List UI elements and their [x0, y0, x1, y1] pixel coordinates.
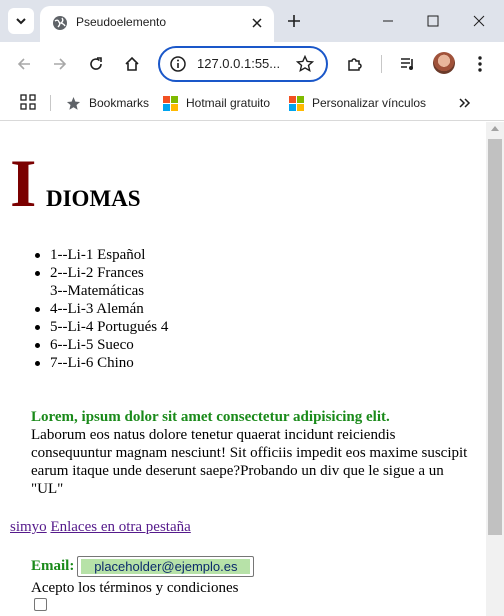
- more-bookmarks-button[interactable]: [456, 94, 474, 112]
- forward-button[interactable]: [48, 52, 72, 76]
- arrow-right-icon: [54, 58, 67, 70]
- globe-icon: [53, 16, 67, 30]
- bookmark-label: Bookmarks: [89, 96, 150, 110]
- apps-grid-icon[interactable]: [20, 94, 36, 110]
- lorem-paragraph: Lorem, ipsum dolor sit amet consectetur …: [31, 408, 471, 498]
- list-item: 6--Li-5 Sueco: [35, 336, 168, 354]
- bookmarks-separator: [50, 95, 51, 111]
- bullet: [35, 253, 40, 258]
- toolbar-separator: [381, 55, 382, 73]
- vertical-scrollbar[interactable]: [486, 122, 504, 616]
- reload-icon: [90, 57, 102, 70]
- close-icon: [252, 18, 262, 28]
- back-button[interactable]: [12, 52, 36, 76]
- close-window-button[interactable]: [469, 11, 489, 31]
- heading-text: DIOMAS: [46, 186, 141, 211]
- tab-title: Pseudoelemento: [76, 15, 167, 29]
- minimize-button[interactable]: [378, 11, 398, 31]
- tab-strip: Pseudoelemento: [0, 0, 504, 42]
- list-item-text: 4--Li-3 Alemán: [50, 301, 144, 317]
- home-icon: [125, 56, 139, 71]
- list-item: 2--Li-2 Frances: [35, 264, 168, 282]
- list-item: 1--Li-1 Español: [35, 246, 168, 264]
- links-row: simyo Enlaces en otra pestaña: [10, 518, 191, 536]
- maximize-button[interactable]: [423, 11, 443, 31]
- drop-cap-letter: I: [10, 145, 37, 221]
- browser-menu-button[interactable]: [468, 52, 492, 76]
- tab-active[interactable]: Pseudoelemento: [40, 6, 274, 42]
- playlist-icon: [401, 58, 413, 70]
- bookmark-hotmail[interactable]: Hotmail gratuito: [163, 93, 270, 113]
- bullet: [35, 361, 40, 366]
- list-item-text: 7--Li-6 Chino: [50, 355, 134, 371]
- bookmarks-bar: Bookmarks Hotmail gratuito Personalizar …: [0, 85, 504, 121]
- extensions-button[interactable]: [342, 52, 366, 76]
- browser-toolbar: 127.0.0.1:55...: [0, 42, 504, 85]
- new-tab-button[interactable]: [284, 11, 304, 31]
- scrollbar-thumb[interactable]: [488, 139, 502, 535]
- maximize-icon: [427, 15, 439, 27]
- arrow-left-icon: [17, 58, 30, 70]
- minimize-icon: [383, 20, 393, 22]
- double-chevron-right-icon: [459, 98, 471, 108]
- address-bar[interactable]: 127.0.0.1:55...: [158, 46, 328, 82]
- bullet: [35, 271, 40, 276]
- bookmark-star-icon[interactable]: [296, 55, 314, 73]
- signup-form: Email: placeholder@ejemplo.es Acepto los…: [31, 555, 471, 611]
- list-item-no-marker: 3--Matemáticas: [50, 282, 168, 300]
- reload-button[interactable]: [84, 52, 108, 76]
- list-item: 4--Li-3 Alemán: [35, 300, 168, 318]
- bullet: [35, 343, 40, 348]
- email-placeholder[interactable]: placeholder@ejemplo.es: [81, 558, 251, 574]
- terms-label: Acepto los términos y condiciones: [31, 580, 239, 596]
- scroll-up-arrow-icon[interactable]: [491, 126, 499, 131]
- microsoft-logo-icon: [163, 95, 178, 111]
- url-text[interactable]: 127.0.0.1:55...: [197, 56, 280, 71]
- bullet: [35, 325, 40, 330]
- tab-search-button[interactable]: [8, 8, 34, 34]
- list-item-text: 2--Li-2 Frances: [50, 265, 144, 281]
- lorem-strong-text: Lorem, ipsum dolor sit amet consectetur …: [31, 409, 390, 425]
- home-button[interactable]: [120, 52, 144, 76]
- link-enlaces-otra-pestana[interactable]: Enlaces en otra pestaña: [50, 519, 190, 535]
- bookmark-personalizar[interactable]: Personalizar vínculos: [289, 93, 426, 113]
- link-simyo[interactable]: simyo: [10, 519, 47, 535]
- page-viewport: I DIOMAS 1--Li-1 Español 2--Li-2 Frances…: [0, 122, 486, 616]
- star-icon: [66, 96, 81, 110]
- info-icon[interactable]: [169, 55, 187, 73]
- list-item: 7--Li-6 Chino: [35, 354, 168, 372]
- languages-list: 1--Li-1 Español 2--Li-2 Frances 3--Matem…: [35, 246, 169, 372]
- profile-avatar[interactable]: [433, 52, 455, 74]
- email-field[interactable]: placeholder@ejemplo.es: [77, 555, 255, 577]
- kebab-menu-icon: [478, 56, 482, 72]
- terms-checkbox[interactable]: [34, 598, 47, 611]
- close-icon: [473, 15, 485, 27]
- bookmark-label: Personalizar vínculos: [312, 96, 427, 110]
- plus-icon: [288, 15, 300, 27]
- email-label: Email:: [31, 558, 75, 574]
- bullet: [35, 307, 40, 312]
- bookmark-label: Hotmail gratuito: [186, 96, 271, 110]
- chevron-down-icon: [16, 18, 26, 25]
- puzzle-icon: [348, 58, 362, 71]
- list-item: 5--Li-4 Portugués 4: [35, 318, 169, 336]
- media-control-button[interactable]: [396, 52, 420, 76]
- bookmark-bookmarks[interactable]: Bookmarks: [66, 93, 149, 113]
- list-item-text: 3--Matemáticas: [50, 283, 145, 299]
- tab-close-button[interactable]: [248, 14, 266, 32]
- microsoft-logo-icon: [289, 95, 304, 111]
- list-item-text: 1--Li-1 Español: [50, 247, 146, 263]
- lorem-body-text: Laborum eos natus dolore tenetur quaerat…: [31, 427, 468, 497]
- list-item-text: 6--Li-5 Sueco: [50, 337, 134, 353]
- list-item-text: 5--Li-4 Portugués 4: [50, 319, 169, 335]
- email-row: Email: placeholder@ejemplo.es: [31, 555, 471, 577]
